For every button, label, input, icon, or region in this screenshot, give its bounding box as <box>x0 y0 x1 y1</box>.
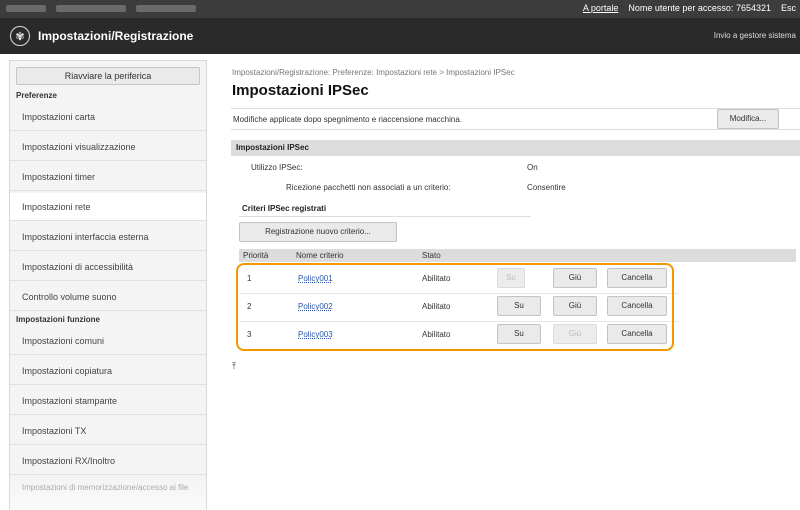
page-title: Impostazioni IPSec <box>232 82 369 99</box>
sidebar-item-common[interactable]: Impostazioni comuni <box>10 327 206 355</box>
col-priority: Priorità <box>243 251 269 260</box>
sidebar-section-functions: Impostazioni funzione <box>16 315 100 324</box>
receive-packets-label: Ricezione pacchetti non associati a un c… <box>286 183 451 192</box>
user-value: 7654321 <box>735 3 771 13</box>
scroll-to-top-icon[interactable]: ⤒ <box>232 361 236 372</box>
receive-packets-value: Consentire <box>527 183 566 192</box>
sidebar-item-printer[interactable]: Impostazioni stampante <box>10 387 206 415</box>
breadcrumb: Impostazioni/Registrazione: Preferenze: … <box>232 68 515 77</box>
portal-link[interactable]: A portale <box>583 3 619 13</box>
col-policy-name: Nome criterio <box>296 251 344 260</box>
page-header-title: Impostazioni/Registrazione <box>38 29 194 43</box>
logout-link[interactable]: Esc <box>781 3 796 13</box>
blurred-device-info <box>6 5 226 13</box>
user-label: Nome utente per accesso: 7654321 <box>628 3 771 13</box>
policies-highlight-frame <box>236 263 674 351</box>
header: ✾ Impostazioni/Registrazione Invio a ges… <box>0 18 800 54</box>
register-new-policy-button[interactable]: Registrazione nuovo criterio... <box>239 222 397 242</box>
sidebar-item-copy[interactable]: Impostazioni copiatura <box>10 357 206 385</box>
sidebar-item-volume[interactable]: Controllo volume suono <box>10 283 206 311</box>
policies-table-header: Priorità Nome criterio Stato <box>239 249 796 262</box>
restart-device-button[interactable]: Riavviare la periferica <box>16 67 200 85</box>
ipsec-use-label: Utilizzo IPSec: <box>251 163 303 172</box>
edit-button[interactable]: Modifica... <box>717 109 779 129</box>
sidebar-item-display[interactable]: Impostazioni visualizzazione <box>10 133 206 161</box>
ipsec-use-value: On <box>527 163 538 172</box>
user-label-text: Nome utente per accesso: <box>628 3 734 13</box>
ipsec-settings-section-title: Impostazioni IPSec <box>231 140 800 156</box>
sidebar-item-network[interactable]: Impostazioni rete <box>10 193 206 221</box>
sidebar-item-timer[interactable]: Impostazioni timer <box>10 163 206 191</box>
sidebar-item-accessibility[interactable]: Impostazioni di accessibilità <box>10 253 206 281</box>
notice-bar: Modifiche applicate dopo spegnimento e r… <box>231 108 800 130</box>
sidebar-item-paper[interactable]: Impostazioni carta <box>10 103 206 131</box>
top-links: A portale Nome utente per accesso: 76543… <box>583 3 796 13</box>
restart-notice: Modifiche applicate dopo spegnimento e r… <box>233 115 463 124</box>
sidebar-item-external-interface[interactable]: Impostazioni interfaccia esterna <box>10 223 206 251</box>
main-content: Impostazioni/Registrazione: Preferenze: … <box>220 60 800 510</box>
sidebar-section-preferences: Preferenze <box>16 91 57 100</box>
sidebar-item-tx[interactable]: Impostazioni TX <box>10 417 206 445</box>
divider <box>239 216 531 217</box>
sidebar: Riavviare la periferica Preferenze Impos… <box>9 60 207 510</box>
col-status: Stato <box>422 251 441 260</box>
sidebar-item-file-storage[interactable]: Impostazioni di memorizzazione/accesso a… <box>10 477 206 510</box>
sidebar-item-rx-forward[interactable]: Impostazioni RX/Inoltro <box>10 447 206 475</box>
top-bar: A portale Nome utente per accesso: 76543… <box>0 0 800 18</box>
send-to-admin-link[interactable]: Invio a gestore sistema <box>714 31 796 40</box>
canon-settings-icon: ✾ <box>10 26 30 46</box>
registered-policies-title: Criteri IPSec registrati <box>242 204 327 213</box>
